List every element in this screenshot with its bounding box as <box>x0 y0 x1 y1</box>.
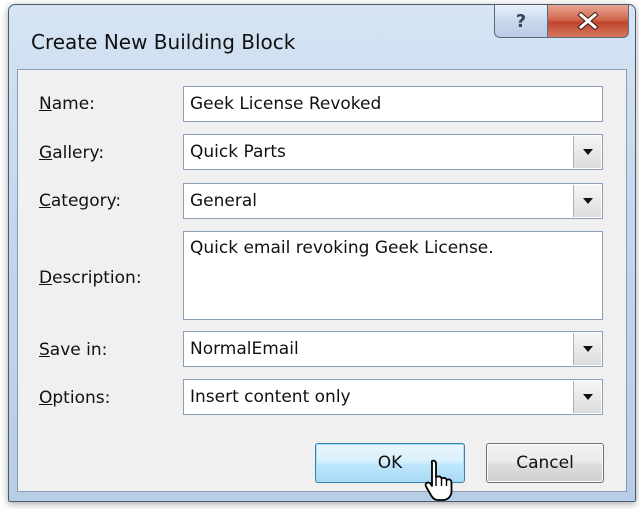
save-in-select[interactable]: NormalEmail <box>183 331 603 367</box>
help-icon: ? <box>515 10 527 32</box>
save-in-label: Save in: <box>39 340 108 360</box>
description-textarea-value: Quick email revoking Geek License. <box>190 238 494 258</box>
name-label: Name: <box>39 94 95 114</box>
options-dropdown-button[interactable] <box>573 381 601 413</box>
help-button[interactable]: ? <box>494 5 548 38</box>
caption-buttons: ? <box>494 5 629 39</box>
description-textarea[interactable]: Quick email revoking Geek License. <box>183 231 603 320</box>
save-in-dropdown-button[interactable] <box>573 333 601 365</box>
chevron-down-icon <box>582 198 593 204</box>
dialog-body: Name: Geek License Revoked Gallery: Quic… <box>17 69 627 501</box>
category-dropdown-button[interactable] <box>573 185 601 217</box>
chevron-down-icon <box>582 394 593 400</box>
save-in-select-value: NormalEmail <box>190 339 299 359</box>
close-button[interactable] <box>548 5 629 38</box>
gallery-label: Gallery: <box>39 143 105 163</box>
close-icon <box>577 12 599 30</box>
options-select-value: Insert content only <box>190 387 351 407</box>
options-label: Options: <box>39 388 111 408</box>
chevron-down-icon <box>582 346 593 352</box>
dialog-title: Create New Building Block <box>31 30 296 54</box>
create-building-block-dialog: Create New Building Block ? Name: Geek L… <box>8 4 636 502</box>
chevron-down-icon <box>582 149 593 155</box>
options-select[interactable]: Insert content only <box>183 379 603 415</box>
hand-cursor-icon <box>424 459 453 501</box>
category-select[interactable]: General <box>183 183 603 219</box>
gallery-select-value: Quick Parts <box>190 142 286 162</box>
gallery-dropdown-button[interactable] <box>573 136 601 168</box>
title-bar[interactable]: Create New Building Block ? <box>9 5 635 69</box>
description-label: Description: <box>39 268 142 288</box>
name-input[interactable]: Geek License Revoked <box>183 86 603 122</box>
cancel-button[interactable]: Cancel <box>486 443 604 483</box>
category-label: Category: <box>39 191 122 211</box>
gallery-select[interactable]: Quick Parts <box>183 134 603 170</box>
category-select-value: General <box>190 191 257 211</box>
name-input-value: Geek License Revoked <box>190 94 382 114</box>
page: Create New Building Block ? Name: Geek L… <box>0 0 639 509</box>
